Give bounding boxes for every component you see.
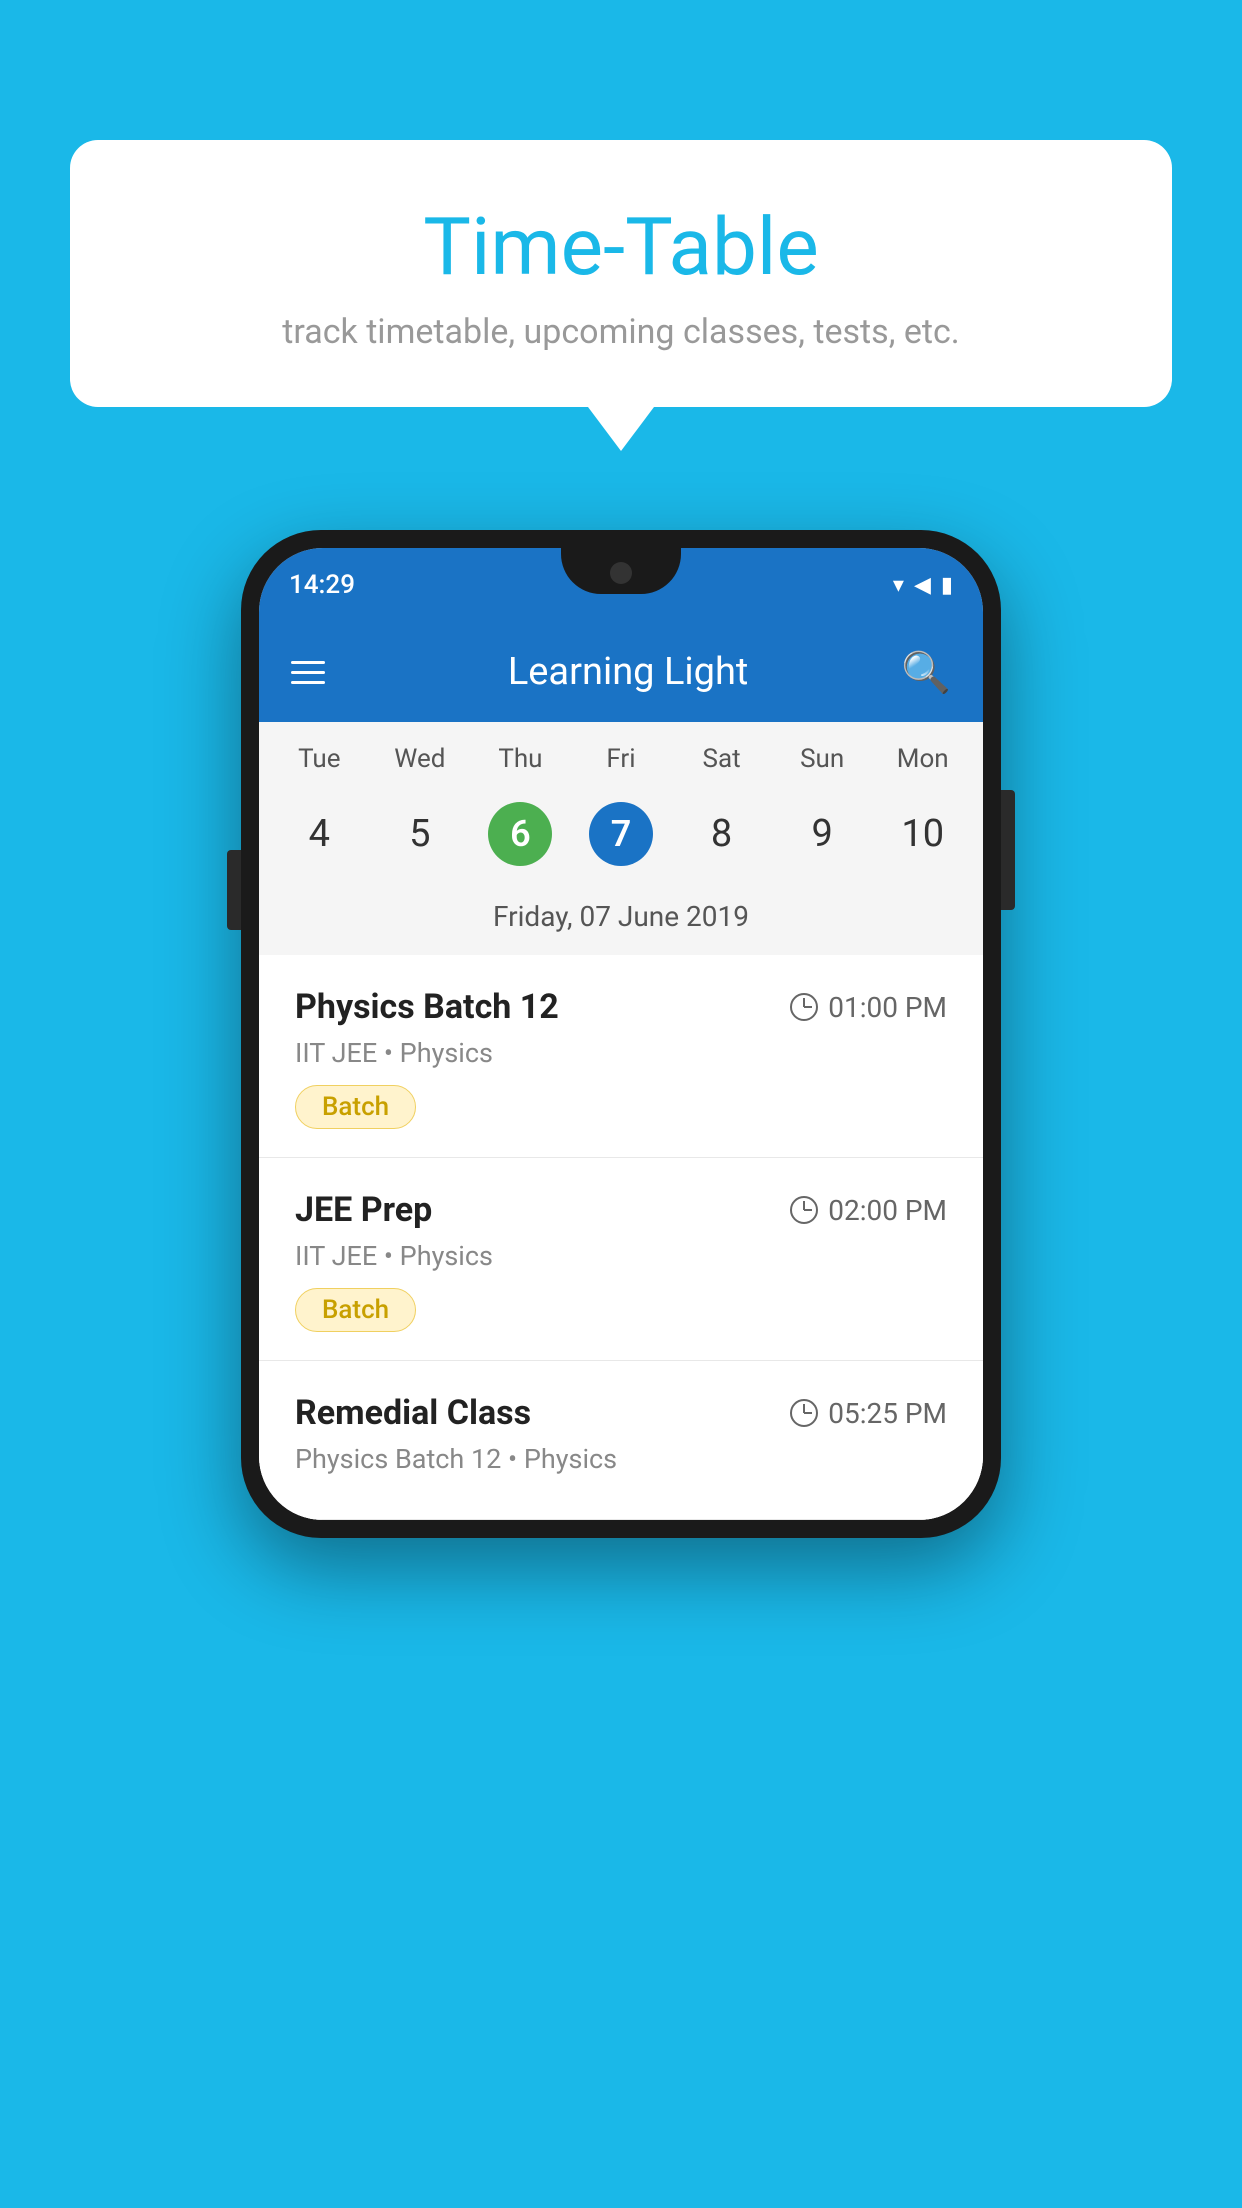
- day-header-sat: Sat: [671, 744, 772, 774]
- phone-screen: 14:29 ▾ ◀ ▮ Learning Light 🔍 Tue: [259, 548, 983, 1520]
- battery-icon: ▮: [941, 573, 953, 598]
- class-item-1[interactable]: Physics Batch 12 01:00 PM IIT JEE • Phys…: [259, 955, 983, 1158]
- app-title: Learning Light: [355, 650, 901, 694]
- class-time-1: 01:00 PM: [790, 991, 947, 1024]
- day-numbers: 4 5 6 7 8 9 10: [259, 782, 983, 894]
- speech-bubble-container: Time-Table track timetable, upcoming cla…: [70, 140, 1172, 407]
- app-bar: Learning Light 🔍: [259, 622, 983, 722]
- search-icon[interactable]: 🔍: [901, 649, 951, 696]
- notch: [561, 548, 681, 594]
- class-header-1: Physics Batch 12 01:00 PM: [295, 987, 947, 1027]
- batch-tag-1: Batch: [295, 1085, 416, 1129]
- wifi-icon: ▾: [893, 573, 904, 598]
- class-time-2: 02:00 PM: [790, 1194, 947, 1227]
- class-item-3[interactable]: Remedial Class 05:25 PM Physics Batch 12…: [259, 1361, 983, 1520]
- day-9[interactable]: 9: [772, 790, 873, 878]
- signal-icon: ◀: [914, 573, 931, 598]
- class-name-3: Remedial Class: [295, 1393, 531, 1433]
- day-header-thu: Thu: [470, 744, 571, 774]
- day-header-mon: Mon: [872, 744, 973, 774]
- day-5[interactable]: 5: [370, 790, 471, 878]
- day-header-wed: Wed: [370, 744, 471, 774]
- classes-list: Physics Batch 12 01:00 PM IIT JEE • Phys…: [259, 955, 983, 1520]
- status-icons: ▾ ◀ ▮: [893, 573, 953, 598]
- day-header-sun: Sun: [772, 744, 873, 774]
- day-7[interactable]: 7: [571, 790, 672, 878]
- phone-mockup: 14:29 ▾ ◀ ▮ Learning Light 🔍 Tue: [241, 530, 1001, 1538]
- page-title: Time-Table: [150, 200, 1092, 294]
- class-detail-2: IIT JEE • Physics: [295, 1240, 947, 1272]
- class-header-2: JEE Prep 02:00 PM: [295, 1190, 947, 1230]
- day-6[interactable]: 6: [470, 790, 571, 878]
- class-name-1: Physics Batch 12: [295, 987, 559, 1027]
- day-10[interactable]: 10: [872, 790, 973, 878]
- day-4[interactable]: 4: [269, 790, 370, 878]
- class-item-2[interactable]: JEE Prep 02:00 PM IIT JEE • Physics Batc…: [259, 1158, 983, 1361]
- class-time-3: 05:25 PM: [790, 1397, 947, 1430]
- calendar-section: Tue Wed Thu Fri Sat Sun Mon 4 5 6 7 8 9 …: [259, 722, 983, 955]
- clock-icon-1: [790, 993, 818, 1021]
- speech-bubble: Time-Table track timetable, upcoming cla…: [70, 140, 1172, 407]
- day-headers: Tue Wed Thu Fri Sat Sun Mon: [259, 722, 983, 782]
- class-name-2: JEE Prep: [295, 1190, 432, 1230]
- clock-icon-2: [790, 1196, 818, 1224]
- batch-tag-2: Batch: [295, 1288, 416, 1332]
- camera: [610, 562, 632, 584]
- day-header-fri: Fri: [571, 744, 672, 774]
- clock-icon-3: [790, 1399, 818, 1427]
- class-detail-3: Physics Batch 12 • Physics: [295, 1443, 947, 1475]
- status-time: 14:29: [289, 570, 355, 600]
- selected-date-label: Friday, 07 June 2019: [259, 894, 983, 955]
- day-8[interactable]: 8: [671, 790, 772, 878]
- day-header-tue: Tue: [269, 744, 370, 774]
- status-bar: 14:29 ▾ ◀ ▮: [259, 548, 983, 622]
- hamburger-menu-button[interactable]: [291, 661, 325, 684]
- phone-outer: 14:29 ▾ ◀ ▮ Learning Light 🔍 Tue: [241, 530, 1001, 1538]
- page-subtitle: track timetable, upcoming classes, tests…: [150, 312, 1092, 352]
- class-detail-1: IIT JEE • Physics: [295, 1037, 947, 1069]
- class-header-3: Remedial Class 05:25 PM: [295, 1393, 947, 1433]
